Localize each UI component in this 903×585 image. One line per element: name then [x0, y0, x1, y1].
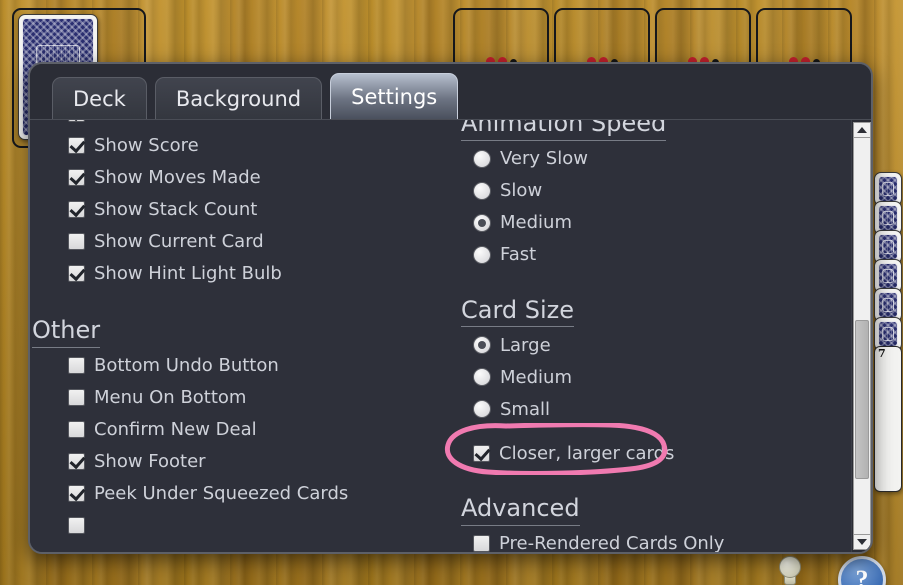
option-label: Show Timer — [94, 120, 200, 124]
option-label: Pre-Rendered Cards Only — [499, 533, 725, 552]
checkbox-show-timer[interactable] — [68, 120, 85, 122]
right-settings-column: Animation Speed Very Slow Slow Medium Fa… — [435, 120, 839, 552]
option-peek-under-squeezed-cards[interactable]: Peek Under Squeezed Cards — [30, 478, 435, 510]
checkbox-show-moves-made[interactable] — [68, 168, 85, 186]
radio-card-size-large[interactable] — [473, 336, 491, 355]
checkbox-peek-under-squeezed-cards[interactable] — [68, 485, 85, 503]
left-settings-column: Show Timer Show Score Show Moves Made Sh… — [30, 120, 435, 552]
option-label: Show Hint Light Bulb — [94, 262, 282, 284]
foundation-slot-4[interactable] — [756, 8, 852, 70]
option-card-size-small[interactable]: Small — [435, 393, 839, 425]
group-title-card-size: Card Size — [461, 287, 575, 328]
radio-speed-slow[interactable] — [473, 181, 491, 200]
dialog-body: Show Timer Show Score Show Moves Made Sh… — [30, 120, 871, 552]
option-speed-slow[interactable]: Slow — [435, 175, 839, 207]
settings-dialog: Deck Background Settings Show Timer Show… — [28, 62, 873, 554]
option-label: Very Slow — [500, 148, 588, 170]
radio-speed-fast[interactable] — [473, 245, 491, 264]
option-show-timer[interactable]: Show Timer — [30, 120, 435, 129]
checkbox-show-hint-light-bulb[interactable] — [68, 264, 85, 282]
option-card-size-medium[interactable]: Medium — [435, 361, 839, 393]
chevron-up-icon — [856, 127, 867, 133]
card-back-pattern — [878, 263, 898, 289]
foundation-slot-1[interactable] — [453, 8, 549, 70]
option-speed-fast[interactable]: Fast — [435, 239, 839, 271]
option-label: Show Score — [94, 134, 199, 156]
option-label: Medium — [500, 212, 572, 234]
option-label: Closer, larger cards — [499, 442, 675, 464]
option-label: Medium — [500, 366, 572, 388]
option-label: Peek Under Squeezed Cards — [94, 483, 349, 505]
checkbox-show-footer[interactable] — [68, 453, 85, 471]
card-back-pattern — [878, 321, 898, 347]
option-show-stack-count[interactable]: Show Stack Count — [30, 193, 435, 225]
option-label: Large — [500, 334, 551, 356]
option-label: Show Moves Made — [94, 166, 261, 188]
option-pre-rendered-cards-only[interactable]: Pre-Rendered Cards Only — [435, 528, 839, 552]
checkbox-show-score[interactable] — [68, 136, 85, 154]
option-show-moves-made[interactable]: Show Moves Made — [30, 161, 435, 193]
option-label: Show Current Card — [94, 230, 264, 252]
checkbox-confirm-new-deal[interactable] — [68, 421, 85, 439]
option-menu-on-bottom[interactable]: Menu On Bottom — [30, 382, 435, 414]
option-label: Show Footer — [94, 451, 206, 473]
foundation-slot-2[interactable] — [554, 8, 650, 70]
radio-speed-very-slow[interactable] — [473, 149, 491, 168]
option-label: Fast — [500, 244, 537, 266]
option-confirm-new-deal[interactable]: Confirm New Deal — [30, 414, 435, 446]
option-show-score[interactable]: Show Score — [30, 129, 435, 161]
radio-speed-medium[interactable] — [473, 213, 491, 232]
radio-card-size-medium[interactable] — [473, 368, 491, 387]
card-rank-label: 7 — [878, 347, 886, 360]
scrollbar-thumb[interactable] — [854, 320, 869, 479]
checkbox-show-current-card[interactable] — [68, 232, 85, 250]
checkbox-closer-larger-cards[interactable] — [473, 444, 490, 462]
card-back-pattern — [878, 292, 898, 318]
option-label: Bottom Undo Button — [94, 355, 279, 377]
tab-bar: Deck Background Settings — [30, 64, 871, 120]
scrollbar-track[interactable] — [852, 138, 871, 534]
settings-scrollbar[interactable] — [851, 120, 871, 552]
option-label: Show Stack Count — [94, 198, 258, 220]
group-title-animation-speed: Animation Speed — [461, 120, 667, 141]
checkbox-show-stack-count[interactable] — [68, 200, 85, 218]
option-bottom-undo-button[interactable]: Bottom Undo Button — [30, 350, 435, 382]
option-label: Slow — [500, 180, 543, 202]
bulb-glass — [779, 556, 801, 578]
tab-background[interactable]: Background — [154, 77, 323, 119]
settings-panes: Show Timer Show Score Show Moves Made Sh… — [30, 120, 851, 552]
radio-card-size-small[interactable] — [473, 400, 491, 419]
card-back-pattern — [878, 234, 898, 260]
option-card-size-large[interactable]: Large — [435, 329, 839, 361]
tab-settings[interactable]: Settings — [330, 73, 459, 119]
option-speed-medium[interactable]: Medium — [435, 207, 839, 239]
checkbox-clipped-bottom[interactable] — [68, 517, 85, 535]
checkbox-pre-rendered-cards-only[interactable] — [473, 535, 490, 552]
group-title-advanced: Advanced — [461, 485, 580, 526]
chevron-down-icon — [856, 539, 867, 545]
option-speed-very-slow[interactable]: Very Slow — [435, 143, 839, 175]
scroll-up-arrow-icon[interactable] — [852, 122, 871, 138]
scroll-down-arrow-icon[interactable] — [852, 534, 871, 550]
group-title-other: Other — [32, 307, 101, 348]
option-label: Small — [500, 398, 550, 420]
card-back-pattern — [878, 205, 898, 231]
tab-deck[interactable]: Deck — [52, 77, 147, 119]
option-show-footer[interactable]: Show Footer — [30, 446, 435, 478]
option-show-current-card[interactable]: Show Current Card — [30, 225, 435, 257]
option-label: Menu On Bottom — [94, 387, 247, 409]
foundation-slot-3[interactable] — [655, 8, 751, 70]
tableau-card-face-up[interactable]: 7 — [874, 346, 902, 492]
option-clipped-bottom[interactable] — [30, 510, 435, 542]
card-back-pattern — [878, 176, 898, 202]
option-label: Confirm New Deal — [94, 419, 257, 441]
option-show-hint-light-bulb[interactable]: Show Hint Light Bulb — [30, 257, 435, 289]
option-closer-larger-cards[interactable]: Closer, larger cards — [435, 437, 839, 469]
light-bulb-icon[interactable] — [775, 556, 805, 585]
checkbox-menu-on-bottom[interactable] — [68, 389, 85, 407]
checkbox-bottom-undo-button[interactable] — [68, 357, 85, 375]
